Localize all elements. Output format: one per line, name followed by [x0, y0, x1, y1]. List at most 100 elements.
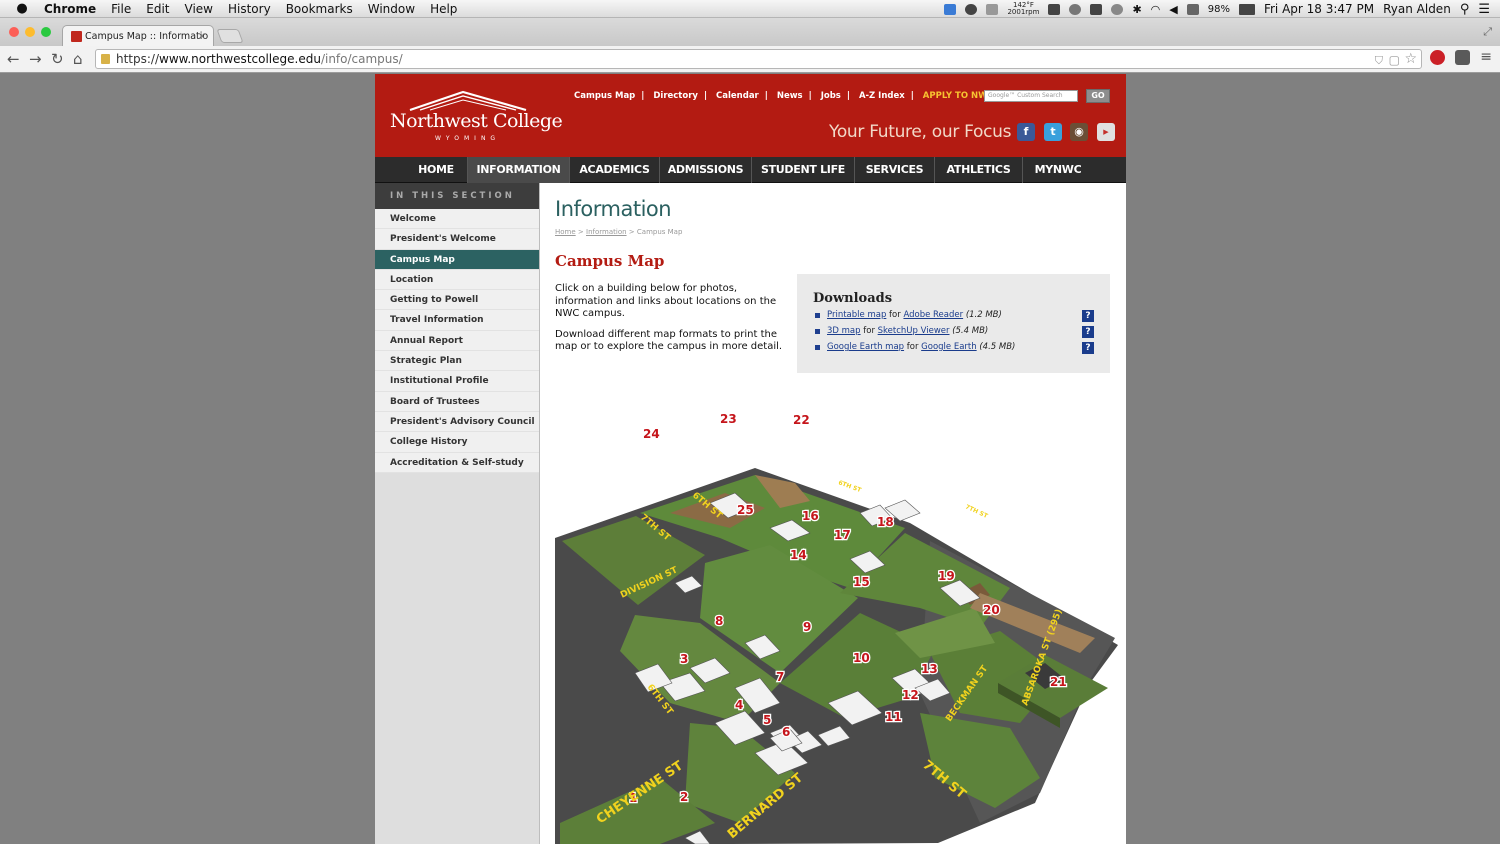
- close-window-button[interactable]: [9, 27, 19, 37]
- building-marker-18[interactable]: 18: [876, 514, 895, 531]
- building-marker-25[interactable]: 25: [736, 502, 755, 519]
- help-icon[interactable]: ?: [1082, 310, 1094, 322]
- sidebar-item-presidents-welcome[interactable]: President's Welcome: [375, 229, 539, 250]
- cloud-icon[interactable]: [1090, 3, 1103, 15]
- chrome-menu-icon[interactable]: ≡: [1480, 49, 1492, 65]
- shield-icon[interactable]: ⛉: [1375, 52, 1383, 70]
- drive-icon[interactable]: [1069, 3, 1082, 15]
- building-marker-15[interactable]: 15: [852, 574, 871, 591]
- help-icon[interactable]: ?: [1082, 342, 1094, 354]
- search-go-button[interactable]: GO: [1086, 89, 1110, 103]
- sidebar-item-welcome[interactable]: Welcome: [375, 209, 539, 230]
- menu-history[interactable]: History: [228, 2, 271, 16]
- bluetooth-icon[interactable]: ✱: [1132, 3, 1141, 16]
- building-marker-16[interactable]: 16: [801, 508, 820, 525]
- home-icon[interactable]: ⌂: [73, 50, 83, 68]
- building-marker-10[interactable]: 10: [852, 650, 871, 667]
- building-marker-19[interactable]: 19: [937, 568, 956, 585]
- site-search-input[interactable]: Google™ Custom Search: [984, 90, 1078, 102]
- volume-icon[interactable]: ◀: [1169, 3, 1177, 16]
- download-link[interactable]: Google Earth map: [827, 342, 904, 352]
- battery-icon[interactable]: [1238, 3, 1255, 15]
- address-bar[interactable]: https://www.northwestcollege.edu/info/ca…: [95, 49, 1422, 69]
- page-action-icon[interactable]: ▢: [1389, 51, 1400, 69]
- menu-bookmarks[interactable]: Bookmarks: [286, 2, 353, 16]
- eye-icon[interactable]: [965, 3, 978, 15]
- building-marker-24[interactable]: 24: [642, 426, 661, 443]
- link-campus-map[interactable]: Campus Map: [574, 91, 635, 101]
- nav-athletics[interactable]: ATHLETICS: [935, 157, 1023, 183]
- menu-edit[interactable]: Edit: [146, 2, 169, 16]
- building-marker-13[interactable]: 13: [920, 661, 939, 678]
- building-marker-21[interactable]: 21: [1049, 674, 1068, 691]
- building-marker-17[interactable]: 17: [833, 527, 852, 544]
- menu-view[interactable]: View: [185, 2, 213, 16]
- zoom-window-button[interactable]: [41, 27, 51, 37]
- link-calendar[interactable]: Calendar: [716, 91, 759, 101]
- nav-student-life[interactable]: STUDENT LIFE: [752, 157, 855, 183]
- nav-information[interactable]: INFORMATION: [468, 157, 570, 183]
- download-app-link[interactable]: SketchUp Viewer: [878, 326, 950, 336]
- wifi-icon[interactable]: ◠: [1151, 3, 1161, 16]
- link-jobs[interactable]: Jobs: [821, 91, 841, 101]
- notification-center-icon[interactable]: ☰: [1478, 2, 1490, 17]
- download-link[interactable]: 3D map: [827, 326, 861, 336]
- building-marker-11[interactable]: 11: [884, 709, 903, 726]
- help-icon[interactable]: ?: [1082, 326, 1094, 338]
- building-marker-5[interactable]: 5: [762, 712, 773, 729]
- building-marker-2[interactable]: 2: [679, 789, 690, 806]
- nav-admissions[interactable]: ADMISSIONS: [660, 157, 752, 183]
- download-app-link[interactable]: Adobe Reader: [903, 310, 963, 320]
- browser-tab[interactable]: Campus Map :: Informatio ×: [62, 25, 214, 46]
- bookmark-star-icon[interactable]: ☆: [1404, 50, 1417, 68]
- building-marker-4[interactable]: 4: [734, 697, 745, 714]
- sidebar-item-strategic-plan[interactable]: Strategic Plan: [375, 351, 539, 372]
- nav-academics[interactable]: ACADEMICS: [570, 157, 660, 183]
- menu-window[interactable]: Window: [368, 2, 415, 16]
- building-marker-23[interactable]: 23: [719, 411, 738, 428]
- college-logo[interactable]: Northwest College WYOMING: [390, 90, 563, 148]
- download-app-link[interactable]: Google Earth: [921, 342, 976, 352]
- menu-file[interactable]: File: [111, 2, 131, 16]
- dropbox-icon[interactable]: [944, 3, 957, 15]
- temperature-readout[interactable]: 142°F 2001rpm: [1007, 2, 1039, 16]
- user-name[interactable]: Ryan Alden: [1383, 2, 1451, 16]
- sidebar-item-campus-map[interactable]: Campus Map: [375, 249, 539, 270]
- pocket-icon[interactable]: [1455, 50, 1470, 65]
- menu-help[interactable]: Help: [430, 2, 457, 16]
- link-news[interactable]: News: [777, 91, 803, 101]
- sidebar-item-board-of-trustees[interactable]: Board of Trustees: [375, 392, 539, 412]
- upload-icon[interactable]: [1048, 3, 1061, 15]
- sidebar-item-advisory-council[interactable]: President's Advisory Council: [375, 412, 539, 433]
- breadcrumb-information[interactable]: Information: [586, 228, 627, 236]
- building-marker-22[interactable]: 22: [792, 412, 811, 429]
- nav-home[interactable]: HOME: [375, 157, 468, 183]
- nav-services[interactable]: SERVICES: [855, 157, 935, 183]
- minimize-window-button[interactable]: [25, 27, 35, 37]
- time-machine-icon[interactable]: [1111, 3, 1124, 15]
- tab-close-icon[interactable]: ×: [198, 31, 206, 42]
- link-directory[interactable]: Directory: [653, 91, 698, 101]
- nav-mynwc[interactable]: MYNWC: [1023, 157, 1093, 183]
- display-icon[interactable]: [1186, 3, 1199, 15]
- sidebar-item-college-history[interactable]: College History: [375, 432, 539, 453]
- building-marker-7[interactable]: 7: [775, 669, 786, 686]
- breadcrumb-home[interactable]: Home: [555, 228, 576, 236]
- forward-icon[interactable]: →: [29, 50, 42, 68]
- building-marker-14[interactable]: 14: [789, 547, 808, 564]
- apple-icon[interactable]: ●: [14, 1, 30, 16]
- clock[interactable]: Fri Apr 18 3:47 PM: [1264, 2, 1374, 16]
- battery-percent[interactable]: 98%: [1208, 4, 1230, 15]
- sidebar-item-location[interactable]: Location: [375, 270, 539, 291]
- back-icon[interactable]: ←: [7, 50, 20, 68]
- building-marker-3[interactable]: 3: [679, 651, 690, 668]
- building-marker-8[interactable]: 8: [714, 613, 725, 630]
- building-marker-9[interactable]: 9: [802, 619, 813, 636]
- new-tab-button[interactable]: [216, 29, 244, 43]
- building-marker-20[interactable]: 20: [982, 602, 1001, 619]
- pinterest-icon[interactable]: [1430, 50, 1445, 65]
- twitter-icon[interactable]: t: [1044, 123, 1062, 141]
- sidebar-item-travel-information[interactable]: Travel Information: [375, 310, 539, 331]
- spotlight-icon[interactable]: ⚲: [1460, 2, 1470, 17]
- sidebar-item-accreditation[interactable]: Accreditation & Self-study: [375, 453, 539, 473]
